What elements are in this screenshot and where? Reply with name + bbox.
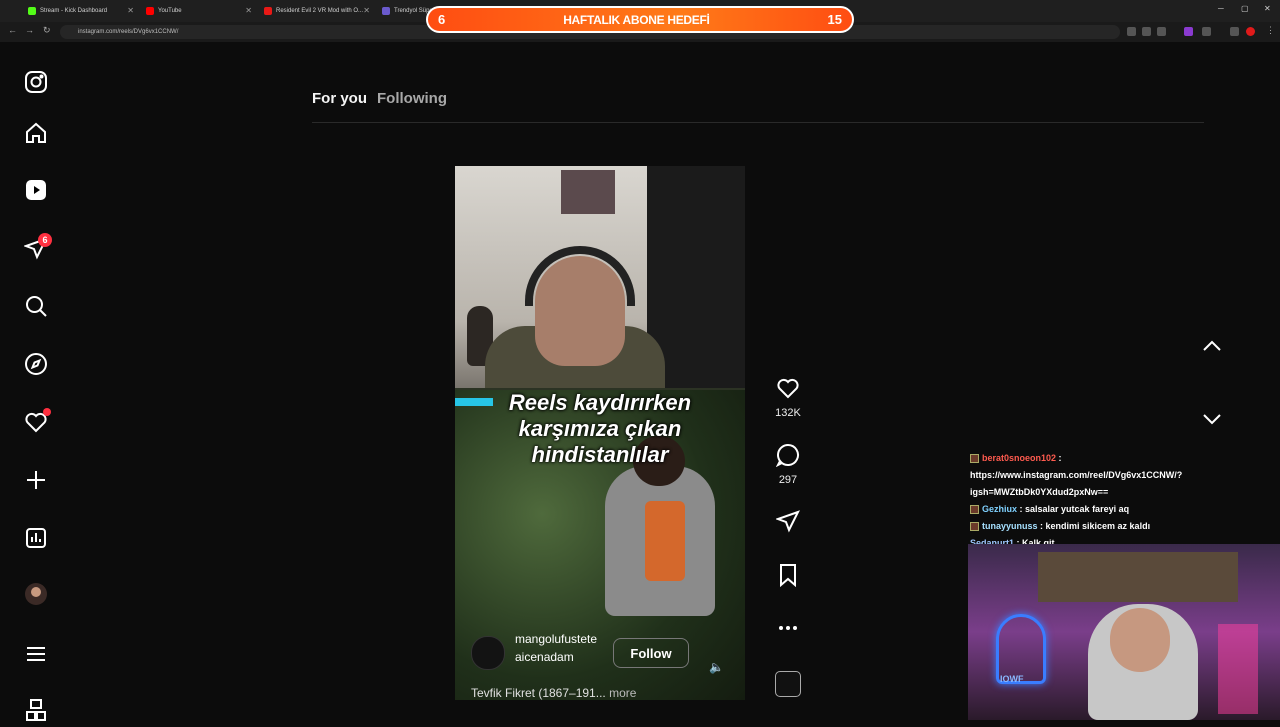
- extension-icon[interactable]: [1142, 27, 1151, 36]
- chat-message: Gezhiux : salsalar yutcak fareyi aq: [970, 501, 1270, 518]
- goal-target: 15: [827, 12, 842, 27]
- instagram-logo-icon[interactable]: [24, 70, 48, 94]
- owner-username[interactable]: mangolufusteteaicenadam: [515, 630, 599, 666]
- webcam-background: [1038, 552, 1238, 602]
- kick-icon: [28, 7, 36, 15]
- tab-title: YouTube: [158, 8, 182, 14]
- tab-kick-dashboard[interactable]: Stream - Kick Dashboard ✕: [22, 2, 140, 20]
- chat-message: berat0snoeon102 : https://www.instagram.…: [970, 453, 1183, 497]
- chat-text: kendimi sikicem az kaldı: [1045, 521, 1151, 531]
- url-text: instagram.com/reels/DVg6vx1CCNW/: [78, 29, 179, 35]
- comment-count: 297: [778, 474, 798, 486]
- badge-icon: [970, 505, 979, 515]
- also-from-meta-icon[interactable]: [24, 698, 48, 722]
- close-icon[interactable]: ✕: [127, 6, 134, 15]
- extension-icon[interactable]: [1127, 27, 1136, 36]
- chat-message: tunayyunuss : kendimi sikicem az kaldı: [970, 518, 1270, 535]
- chat-text: https://www.instagram.com/reel/DVg6vx1CC…: [970, 470, 1183, 497]
- goal-title: HAFTALIK ABONE HEDEFİ: [563, 12, 710, 27]
- like-button[interactable]: 132K: [774, 376, 802, 419]
- reels-icon[interactable]: [24, 178, 48, 202]
- owner-avatar[interactable]: [471, 636, 505, 670]
- close-icon[interactable]: ✕: [245, 6, 252, 15]
- save-button[interactable]: [774, 563, 802, 592]
- extension-icon[interactable]: [1230, 27, 1239, 36]
- youtube-icon: [264, 7, 272, 15]
- notification-dot: [43, 408, 51, 416]
- more-options-button[interactable]: [774, 616, 802, 645]
- instagram-sidebar: [0, 42, 72, 722]
- divider: [312, 122, 1204, 123]
- comment-icon: [775, 443, 799, 468]
- reel-video[interactable]: Reels kaydırırken karşımıza çıkan hindis…: [455, 166, 745, 700]
- youtube-icon: [146, 7, 154, 15]
- chevron-up-icon: [1203, 340, 1221, 351]
- reel-caption-overlay: Reels kaydırırken karşımıza çıkan hindis…: [455, 390, 745, 468]
- more-dots-icon: [779, 626, 797, 630]
- badge-icon: [970, 522, 979, 532]
- create-plus-icon[interactable]: [24, 468, 48, 492]
- goal-current: 6: [438, 12, 446, 27]
- next-reel-button[interactable]: [1200, 407, 1224, 431]
- webcam-overlay: IOWF: [968, 544, 1280, 720]
- follow-button[interactable]: Follow: [613, 638, 689, 668]
- bookmark-star-icon[interactable]: [1157, 27, 1166, 36]
- streamer: [1110, 608, 1170, 672]
- badge-icon: [970, 454, 979, 464]
- more-menu-icon[interactable]: [24, 642, 48, 666]
- video-person: [645, 501, 685, 581]
- audio-thumbnail[interactable]: [775, 671, 801, 697]
- back-icon[interactable]: ←: [8, 25, 17, 35]
- chat-username: tunayyunuss: [982, 521, 1038, 531]
- description-text: Tevfik Fikret (1867–191...: [471, 686, 606, 700]
- maximize-icon[interactable]: ▢: [1241, 4, 1249, 13]
- reel-description[interactable]: Tevfik Fikret (1867–191... more: [471, 686, 636, 700]
- profile-icon[interactable]: [1246, 27, 1255, 36]
- heart-icon: [777, 378, 799, 399]
- video-background: [561, 170, 615, 214]
- comment-button[interactable]: 297: [774, 443, 802, 486]
- chat-username: Gezhiux: [982, 504, 1018, 514]
- dashboard-chart-icon[interactable]: [24, 526, 48, 550]
- extension-icon[interactable]: [1184, 27, 1193, 36]
- like-count: 132K: [775, 407, 801, 419]
- tab-title: Resident Evil 2 VR Mod with O...: [276, 8, 364, 14]
- neon-sign-text: IOWF: [1000, 674, 1024, 684]
- reload-icon[interactable]: ↻: [43, 25, 51, 36]
- chat-username: berat0snoeon102: [982, 453, 1057, 463]
- tab-for-you[interactable]: For you: [312, 90, 367, 107]
- share-icon: [775, 510, 800, 533]
- search-icon[interactable]: [24, 294, 48, 318]
- messages-badge: 6: [38, 233, 52, 247]
- trendyol-icon: [382, 7, 390, 15]
- previous-reel-button[interactable]: [1200, 334, 1224, 358]
- tab-following[interactable]: Following: [377, 90, 447, 107]
- caption-line: Reels kaydırırken: [508, 390, 692, 415]
- bookmark-icon: [780, 564, 796, 588]
- tab-resident-evil[interactable]: Resident Evil 2 VR Mod with O... ✕: [258, 2, 376, 20]
- forward-icon[interactable]: →: [25, 25, 34, 35]
- menu-dots-icon[interactable]: ⋮: [1266, 25, 1275, 36]
- minimize-icon[interactable]: ─: [1218, 4, 1224, 13]
- explore-icon[interactable]: [24, 352, 48, 376]
- close-icon[interactable]: ✕: [363, 6, 370, 15]
- caption-line: hindistanlılar: [531, 442, 669, 467]
- share-button[interactable]: [774, 509, 802, 538]
- volume-icon[interactable]: 🔈: [709, 660, 724, 674]
- home-icon[interactable]: [24, 121, 48, 145]
- chat-text: salsalar yutcak fareyi aq: [1025, 504, 1130, 514]
- chevron-down-icon: [1203, 414, 1221, 425]
- reel-owner-row: mangolufusteteaicenadam Follow 🔈 Tevfik …: [471, 630, 741, 700]
- webcam-background: [1218, 624, 1258, 714]
- stream-chat-overlay: berat0snoeon102 : https://www.instagram.…: [970, 450, 1270, 552]
- tab-title: Stream - Kick Dashboard: [40, 8, 108, 14]
- profile-avatar[interactable]: [24, 582, 48, 606]
- subscriber-goal-overlay: 6 HAFTALIK ABONE HEDEFİ 15: [426, 6, 854, 33]
- close-window-icon[interactable]: ✕: [1264, 4, 1271, 13]
- more-link[interactable]: more: [609, 686, 636, 700]
- tab-youtube[interactable]: YouTube ✕: [140, 2, 258, 20]
- caption-line: karşımıza çıkan: [518, 416, 682, 441]
- extension-icon[interactable]: [1202, 27, 1211, 36]
- feed-tabs: For you Following: [312, 90, 447, 107]
